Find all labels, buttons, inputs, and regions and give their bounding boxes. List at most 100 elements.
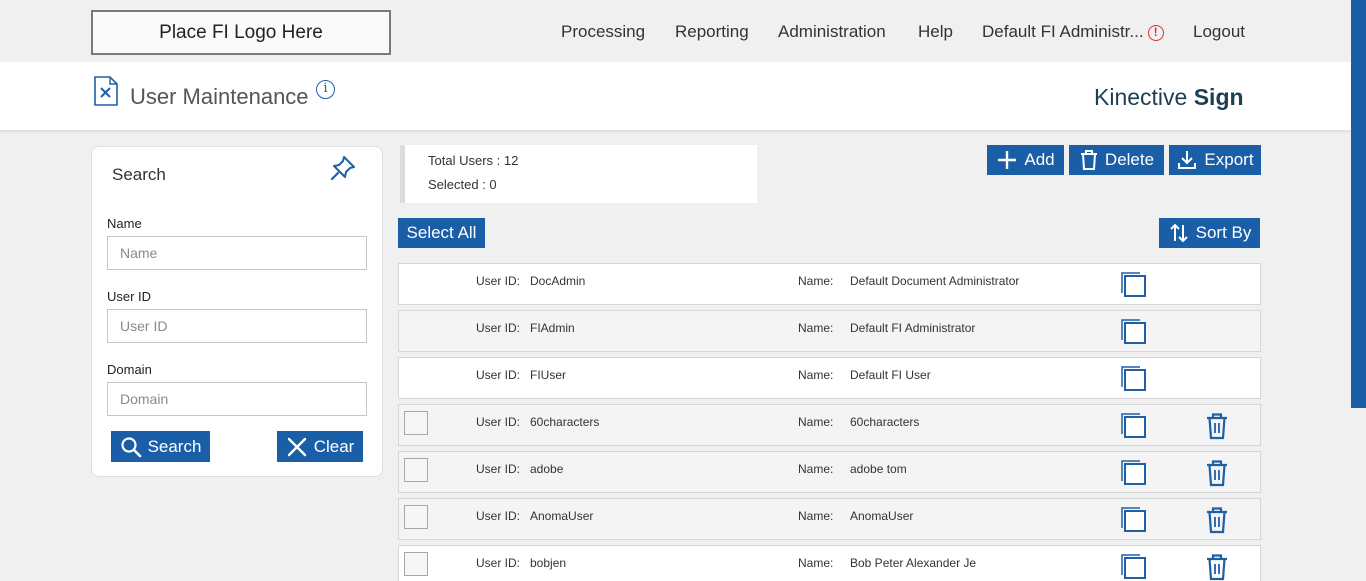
selected-count: Selected : 0 (428, 177, 497, 192)
plus-icon (996, 149, 1018, 171)
userid-label: User ID: (476, 415, 521, 429)
nav-administration[interactable]: Administration (778, 22, 886, 42)
user-row[interactable]: User ID: 60characters Name: 60characters (398, 404, 1261, 446)
clear-button-label: Clear (313, 436, 355, 456)
userid-label: User ID: (476, 321, 521, 335)
name-label: Name: (798, 368, 834, 382)
user-name-value: Default Document Administrator (850, 274, 1020, 288)
page-header: User Maintenance i Kinective Sign (0, 62, 1351, 130)
userid-label: User ID: (476, 274, 521, 288)
copy-icon[interactable] (1120, 459, 1148, 492)
user-row[interactable]: User ID: adobe Name: adobe tom (398, 451, 1261, 493)
nav-help[interactable]: Help (918, 22, 953, 42)
selection-summary: Total Users : 12 Selected : 0 (400, 145, 757, 203)
search-button-label: Search (147, 436, 202, 456)
nav-reporting[interactable]: Reporting (675, 22, 749, 42)
userid-input[interactable] (107, 309, 367, 343)
alert-icon: ! (1147, 25, 1164, 41)
brand-name-bold: Sign (1193, 84, 1244, 110)
trash-icon (1079, 149, 1099, 171)
search-panel-title: Search (112, 165, 166, 184)
fi-logo-placeholder: Place FI Logo Here (91, 10, 391, 55)
user-row[interactable]: User ID: FIAdmin Name: Default FI Admini… (398, 310, 1261, 352)
name-label: Name (107, 216, 142, 231)
clear-button[interactable]: Clear (277, 431, 363, 462)
export-button-label: Export (1204, 150, 1254, 169)
user-id-value: DocAdmin (530, 274, 586, 288)
copy-icon[interactable] (1120, 271, 1148, 304)
name-label: Name: (798, 274, 834, 288)
row-checkbox[interactable] (404, 458, 428, 482)
userid-label: User ID: (476, 368, 521, 382)
user-id-value: adobe (530, 462, 564, 476)
user-name-value: Default FI User (850, 368, 931, 382)
user-id-value: 60characters (530, 415, 600, 429)
name-input[interactable] (107, 236, 367, 270)
sort-by-button[interactable]: Sort By (1159, 218, 1260, 248)
name-label: Name: (798, 415, 834, 429)
name-label: Name: (798, 462, 834, 476)
brand-name-light: Kinective (1094, 84, 1188, 110)
info-icon[interactable]: i (316, 80, 335, 99)
user-row[interactable]: User ID: bobjen Name: Bob Peter Alexande… (398, 545, 1261, 581)
trash-icon[interactable] (1205, 412, 1229, 445)
close-icon (286, 436, 308, 458)
userid-label: User ID: (476, 509, 521, 523)
row-checkbox[interactable] (404, 552, 428, 576)
copy-icon[interactable] (1120, 412, 1148, 445)
row-checkbox[interactable] (404, 411, 428, 435)
user-row[interactable]: User ID: FIUser Name: Default FI User (398, 357, 1261, 399)
copy-icon[interactable] (1120, 365, 1148, 398)
pin-icon[interactable] (328, 153, 358, 188)
download-icon (1176, 149, 1198, 171)
userid-label: User ID (107, 289, 152, 304)
user-id-value: bobjen (530, 556, 567, 570)
trash-icon[interactable] (1205, 506, 1229, 539)
nav-logout[interactable]: Logout (1193, 22, 1245, 42)
userid-label: User ID: (476, 556, 521, 570)
user-row[interactable]: User ID: AnomaUser Name: AnomaUser (398, 498, 1261, 540)
user-id-value: FIUser (530, 368, 566, 382)
copy-icon[interactable] (1120, 553, 1148, 581)
scrollbar-thumb[interactable] (1351, 0, 1366, 408)
nav-processing[interactable]: Processing (561, 22, 645, 42)
page-tools-icon (93, 76, 119, 111)
name-label: Name: (798, 509, 834, 523)
delete-button-label: Delete (1104, 150, 1155, 169)
delete-button[interactable]: Delete (1069, 145, 1164, 175)
brand-logo: Kinective Sign (1094, 84, 1244, 111)
search-button[interactable]: Search (111, 431, 210, 462)
nav-user-menu[interactable]: Default FI Administr...! (982, 22, 1164, 42)
user-menu-label: Default FI Administr... (982, 22, 1144, 41)
trash-icon[interactable] (1205, 459, 1229, 492)
page-title: User Maintenance (130, 84, 309, 109)
search-icon (120, 436, 142, 458)
total-users-count: Total Users : 12 (428, 153, 519, 168)
user-name-value: Default FI Administrator (850, 321, 976, 335)
add-button-label: Add (1024, 150, 1055, 169)
name-label: Name: (798, 321, 834, 335)
top-bar: Place FI Logo Here Processing Reporting … (0, 0, 1351, 62)
copy-icon[interactable] (1120, 506, 1148, 539)
sort-icon (1168, 222, 1190, 244)
user-name-value: 60characters (850, 415, 920, 429)
select-all-button[interactable]: Select All (398, 218, 485, 248)
user-row[interactable]: User ID: DocAdmin Name: Default Document… (398, 263, 1261, 305)
search-panel: Search Name User ID Domain Search Clear (91, 146, 383, 477)
add-user-button[interactable]: Add (987, 145, 1064, 175)
userid-label: User ID: (476, 462, 521, 476)
user-name-value: adobe tom (850, 462, 907, 476)
domain-input[interactable] (107, 382, 367, 416)
user-id-value: FIAdmin (530, 321, 575, 335)
user-name-value: AnomaUser (850, 509, 914, 523)
page-scrollbar[interactable] (1351, 0, 1366, 581)
copy-icon[interactable] (1120, 318, 1148, 351)
domain-label: Domain (107, 362, 152, 377)
user-id-value: AnomaUser (530, 509, 594, 523)
name-label: Name: (798, 556, 834, 570)
export-button[interactable]: Export (1169, 145, 1261, 175)
trash-icon[interactable] (1205, 553, 1229, 581)
user-name-value: Bob Peter Alexander Je (850, 556, 977, 570)
sort-by-button-label: Sort By (1195, 223, 1252, 242)
row-checkbox[interactable] (404, 505, 428, 529)
